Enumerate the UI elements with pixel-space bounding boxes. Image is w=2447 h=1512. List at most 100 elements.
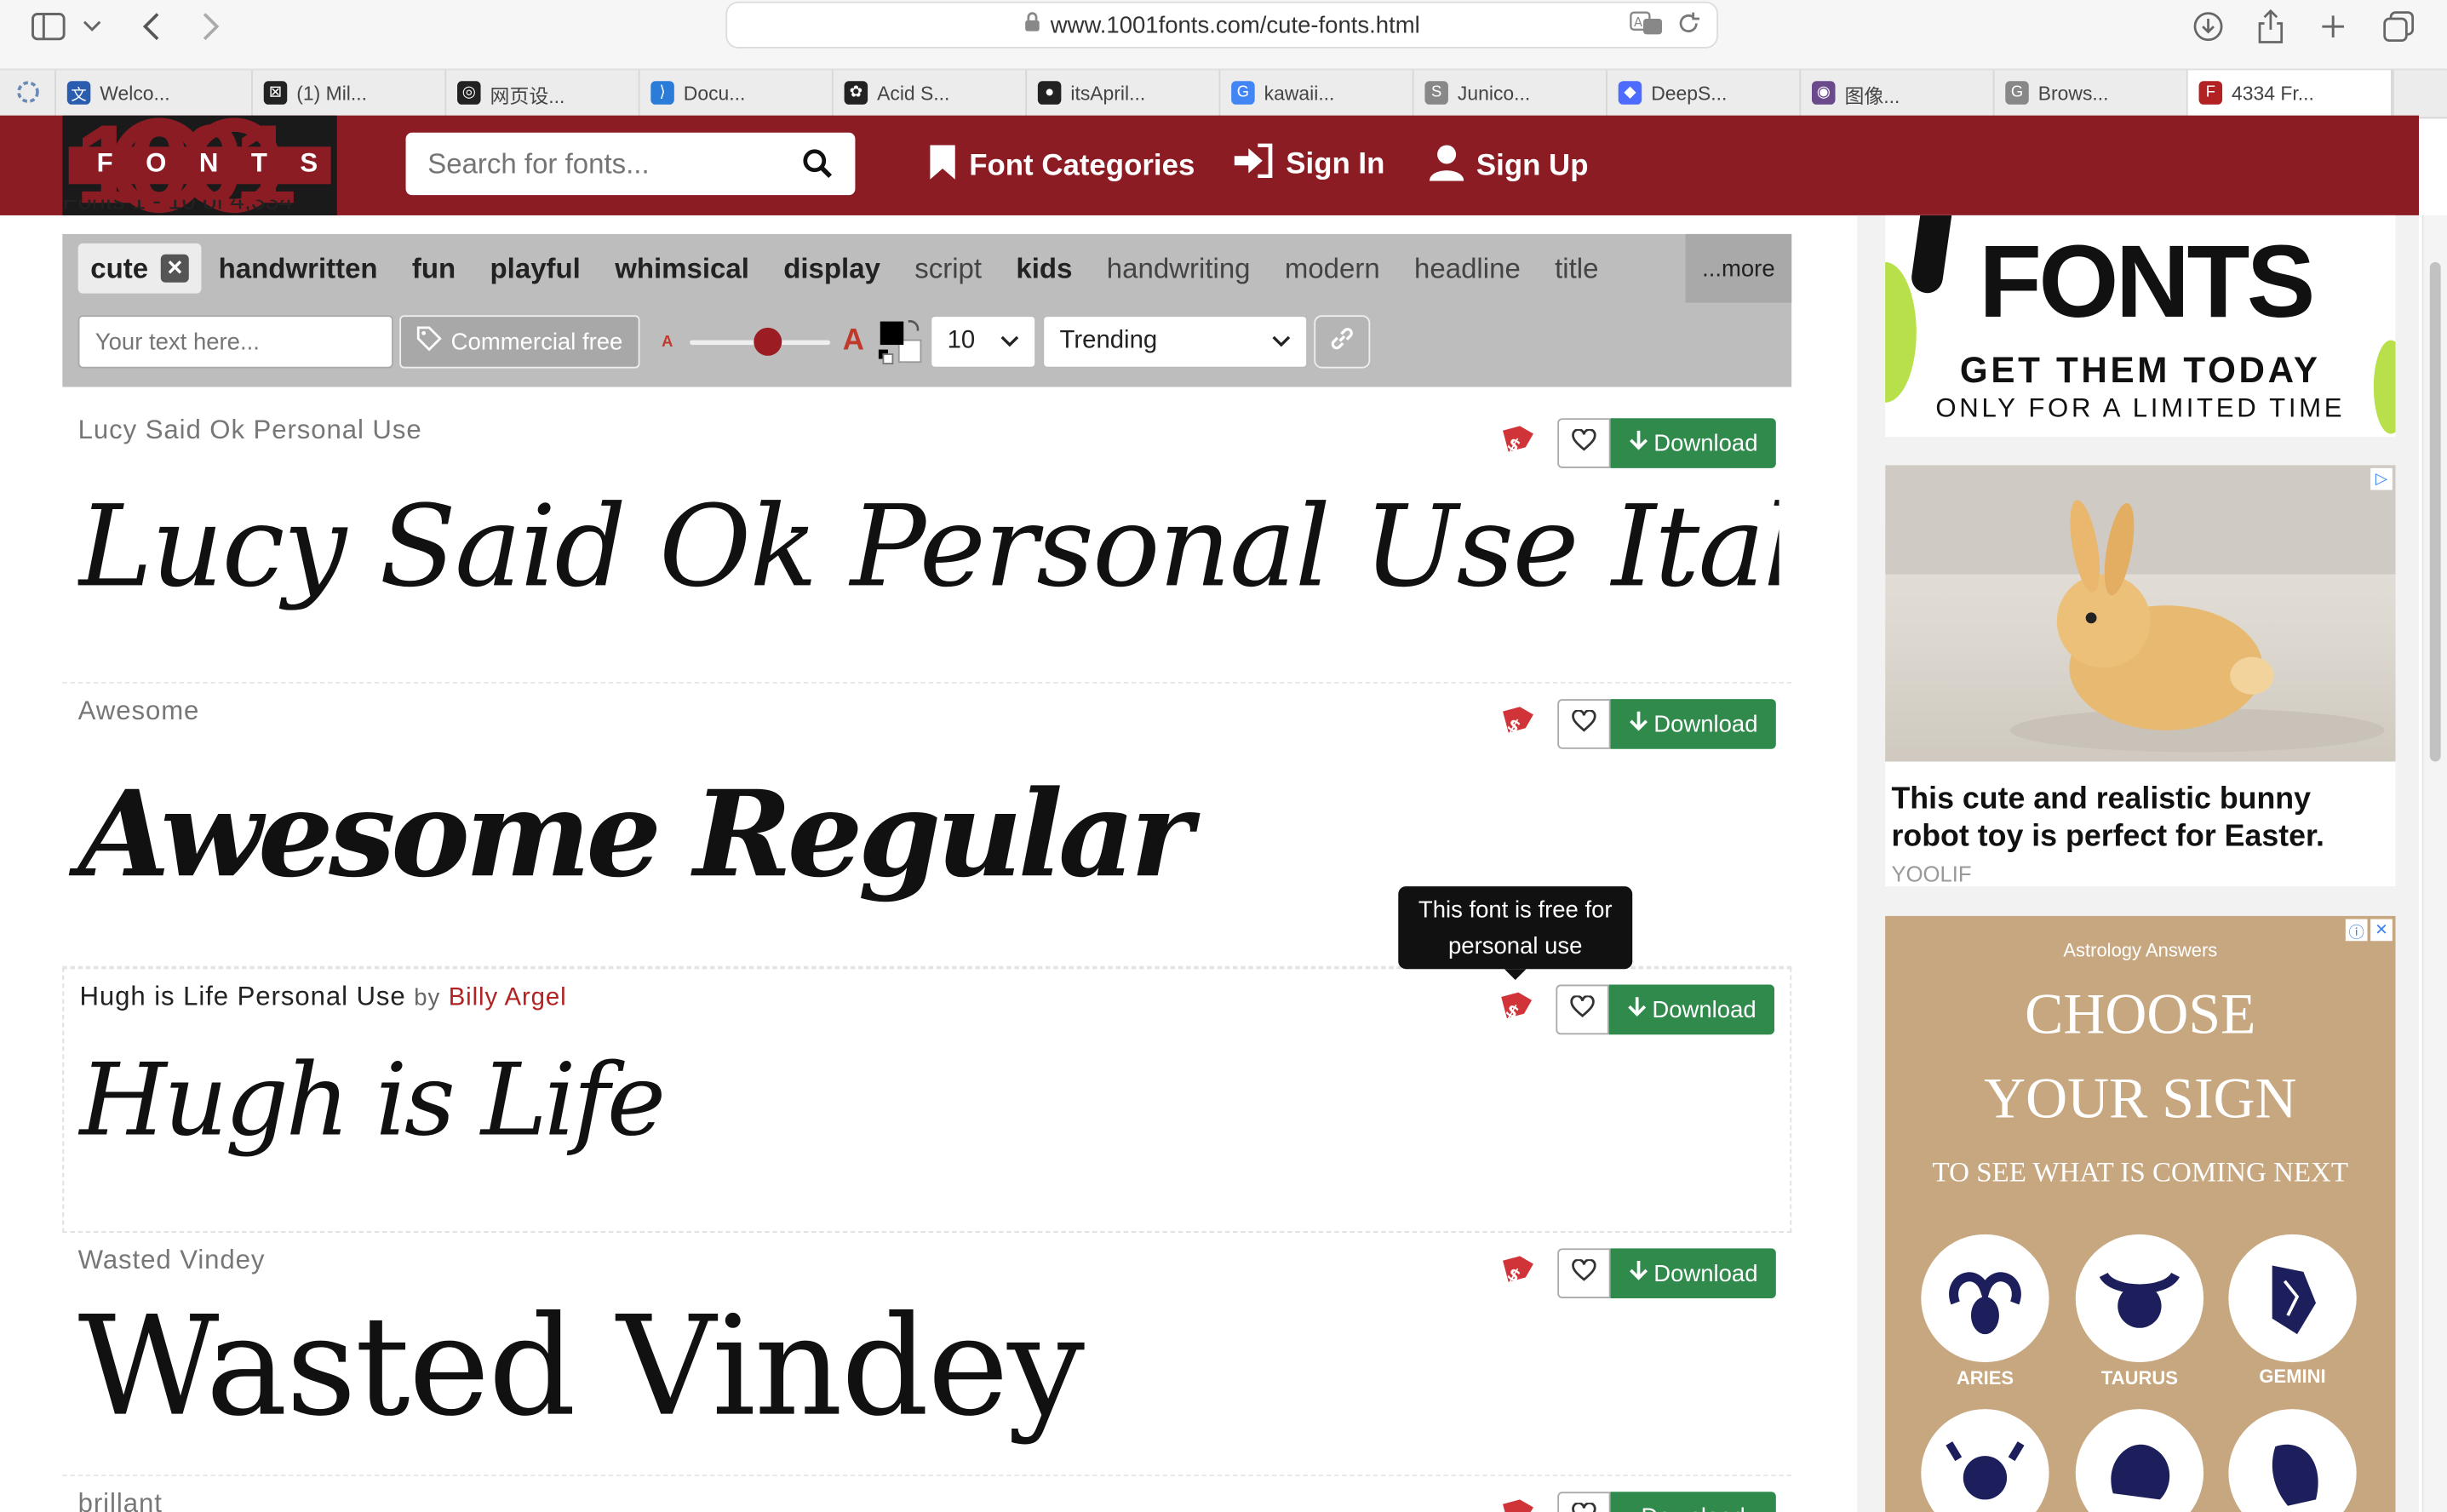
browser-tab[interactable]: S Junico... — [1414, 70, 1607, 117]
filter-tag-label: whimsical — [615, 252, 749, 284]
browser-tab[interactable]: F 4334 Fr... — [2187, 70, 2393, 117]
browser-tab[interactable]: 文 Welco... — [56, 70, 253, 117]
more-tags-button[interactable]: ...more — [1685, 233, 1792, 303]
browser-tab[interactable]: ◉ 图像... — [1801, 70, 1995, 117]
download-button[interactable]: Download — [1610, 699, 1776, 749]
font-preview[interactable]: Awesome Regular — [78, 765, 1193, 903]
filter-tag-label: cute — [90, 252, 149, 284]
sign-in-link[interactable]: Sign In — [1233, 143, 1384, 187]
ad-choices[interactable]: ▷ — [2370, 467, 2393, 490]
font-preview[interactable]: Lucy Said Ok Personal Use Italic — [78, 481, 1779, 612]
browser-tab[interactable]: ◎ 网页设... — [446, 70, 640, 117]
browser-tab[interactable]: G Brows... — [1994, 70, 2188, 117]
new-tab-icon[interactable] — [2310, 6, 2357, 47]
browser-tab[interactable]: Gkawaii... — [1220, 70, 1414, 117]
sign-up-link[interactable]: Sign Up — [1429, 144, 1589, 191]
favorite-button[interactable] — [1557, 1248, 1611, 1298]
price-tag-icon[interactable]: $ — [1495, 1253, 1536, 1294]
filter-tag[interactable]: script — [897, 252, 999, 284]
ad-close-icon[interactable]: ✕ — [2370, 919, 2393, 942]
price-tag-icon[interactable]: $ — [1495, 423, 1536, 464]
filter-tag-label: handwritten — [218, 252, 378, 284]
size-slider-handle[interactable] — [753, 327, 782, 356]
downloads-icon[interactable] — [2185, 6, 2232, 47]
tab-overview-icon[interactable] — [2375, 6, 2422, 47]
font-entry-lucy: Lucy Said Ok Personal Use $ Download Luc… — [62, 403, 1792, 684]
font-name[interactable]: Awesome — [78, 696, 200, 727]
share-icon[interactable] — [2247, 6, 2294, 47]
forward-icon[interactable] — [187, 6, 234, 47]
sign-up-label: Sign Up — [1476, 149, 1589, 183]
per-page-select[interactable]: 10 — [930, 315, 1037, 369]
font-name[interactable]: Lucy Said Ok Personal Use — [78, 415, 422, 447]
commercial-free-button[interactable]: Commercial free — [399, 315, 640, 369]
leo-icon[interactable] — [2075, 1409, 2204, 1512]
permalink-button[interactable] — [1314, 315, 1371, 369]
browser-tab[interactable]: ◆ DeepS... — [1607, 70, 1802, 117]
filter-tag[interactable]: whimsical — [598, 252, 766, 284]
filter-tag[interactable]: handwritten — [201, 252, 394, 284]
font-preview[interactable]: Wasted Vindey — [78, 1286, 1085, 1446]
chevron-down-icon[interactable] — [72, 6, 112, 47]
download-button[interactable]: Download — [1610, 418, 1776, 468]
aries-icon[interactable] — [1921, 1234, 2049, 1363]
price-tag-icon[interactable]: $ — [1495, 704, 1536, 745]
favorite-button[interactable] — [1557, 418, 1611, 468]
filter-tag[interactable]: kids — [999, 252, 1089, 284]
favorite-button[interactable] — [1557, 699, 1611, 749]
filter-tag[interactable]: display — [766, 252, 897, 284]
filter-tag[interactable]: headline — [1397, 252, 1538, 284]
results-count: Fonts 1 - 10 of 4,334 — [62, 199, 293, 215]
download-button[interactable]: Download — [1608, 984, 1775, 1035]
reload-icon[interactable] — [1676, 11, 1701, 43]
ad-bunny[interactable]: ▷ This cute and realistic bunny robot to… — [1885, 465, 2396, 887]
font-categories-link[interactable]: Font Categories — [929, 144, 1195, 191]
font-entry-brillant: brillant Download — [62, 1476, 1791, 1512]
virgo-icon[interactable] — [2228, 1409, 2357, 1512]
browser-tab[interactable]: ⊠ (1) Mil... — [253, 70, 447, 117]
download-button[interactable]: Download — [1610, 1248, 1776, 1298]
font-preview[interactable]: Hugh is Life — [79, 1044, 666, 1160]
svg-text:A: A — [1634, 15, 1642, 30]
filter-tag[interactable]: handwriting — [1090, 252, 1268, 284]
browser-tab[interactable]: ✿ Acid S... — [834, 70, 1028, 117]
filter-tag[interactable]: title — [1538, 252, 1616, 284]
translate-icon[interactable]: A — [1630, 11, 1664, 43]
ad-astrology-line2: YOUR SIGN — [1984, 1067, 2297, 1131]
sidebar-toggle-icon[interactable] — [25, 6, 72, 47]
font-name[interactable]: Wasted Vindey — [78, 1246, 266, 1277]
preview-text-input[interactable] — [77, 315, 393, 369]
color-picker[interactable] — [877, 318, 924, 365]
ad-astrology[interactable]: ⓘ ✕ Astrology Answers CHOOSE YOUR SIGN T… — [1885, 915, 2396, 1512]
favorite-button[interactable] — [1556, 984, 1609, 1035]
back-icon[interactable] — [128, 6, 175, 47]
filter-tag[interactable]: playful — [473, 252, 598, 284]
font-name[interactable]: brillant — [78, 1489, 163, 1512]
filter-tag-label: title — [1555, 252, 1599, 284]
browser-tab[interactable]: ● itsApril... — [1027, 70, 1221, 117]
gemini-icon[interactable] — [2228, 1234, 2357, 1363]
scrollbar-thumb[interactable] — [2429, 261, 2441, 762]
browser-tab[interactable]: ⟩ Docu... — [639, 70, 834, 117]
ad-choices[interactable]: ⓘ ✕ — [2345, 919, 2393, 942]
favorite-button[interactable] — [1557, 1492, 1611, 1512]
download-button[interactable]: Download — [1610, 1492, 1776, 1512]
filter-tag[interactable]: cute ✕ — [77, 243, 202, 294]
filter-tag[interactable]: modern — [1268, 252, 1397, 284]
ad-fonts-banner[interactable]: FONTS GET THEM TODAY ONLY FOR A LIMITED … — [1885, 215, 2396, 438]
page-scrollbar[interactable] — [2421, 215, 2447, 1512]
search-icon[interactable] — [802, 148, 834, 187]
sort-select[interactable]: Trending — [1042, 315, 1308, 369]
address-bar[interactable]: www.1001fonts.com/cute-fonts.html A — [725, 1, 1719, 49]
font-name[interactable]: Hugh is Life Personal Use — [79, 982, 405, 1011]
price-tag-icon[interactable] — [1495, 1497, 1536, 1512]
cancer-icon[interactable] — [1921, 1409, 2049, 1512]
taurus-icon[interactable] — [2075, 1234, 2204, 1363]
heart-icon — [1572, 1257, 1596, 1288]
tab-pinned[interactable] — [0, 70, 56, 117]
font-author-link[interactable]: Billy Argel — [449, 985, 567, 1011]
search-input[interactable] — [405, 147, 809, 180]
price-tag-icon[interactable]: $ — [1493, 989, 1534, 1030]
remove-tag-icon[interactable]: ✕ — [160, 254, 189, 283]
filter-tag[interactable]: fun — [395, 252, 473, 284]
